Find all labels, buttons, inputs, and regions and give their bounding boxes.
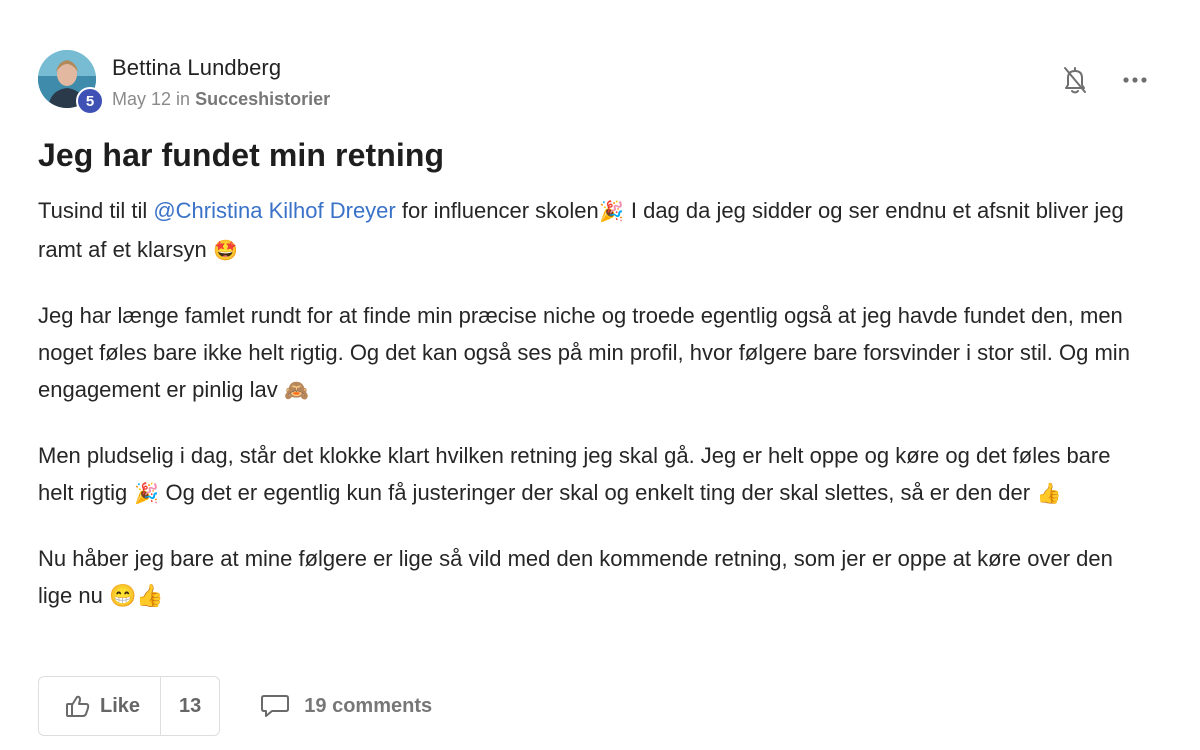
paragraph-3: Men pludselig i dag, står det klokke kla… <box>38 437 1148 513</box>
level-badge: 5 <box>76 87 104 115</box>
comment-bubble-icon <box>261 695 290 717</box>
category-link[interactable]: Succeshistorier <box>195 89 330 109</box>
like-box: Like 13 <box>38 676 221 736</box>
avatar-wrapper[interactable]: 5 <box>38 50 104 115</box>
party-emoji: 🎉 <box>133 483 159 505</box>
mention-link[interactable]: @Christina Kilhof Dreyer <box>153 198 395 223</box>
like-label: Like <box>100 694 141 717</box>
post: 5 Bettina Lundberg May 12 in Succeshisto… <box>38 50 1158 641</box>
see-no-evil-emoji: 🙈 <box>284 380 310 402</box>
post-date[interactable]: May 12 <box>112 89 171 109</box>
post-meta: May 12 in Succeshistorier <box>112 89 330 110</box>
grin-thumbs-emoji: 😁👍 <box>108 583 164 608</box>
paragraph-4: Nu håber jeg bare at mine følgere er lig… <box>38 540 1148 614</box>
comments-label: 19 comments <box>304 694 433 717</box>
comments-link[interactable]: 19 comments <box>260 693 432 719</box>
post-body: Tusind til til @Christina Kilhof Dreyer … <box>38 192 1148 614</box>
meta-in-label: in <box>176 89 191 109</box>
post-header: 5 Bettina Lundberg May 12 in Succeshisto… <box>38 50 1158 115</box>
star-struck-emoji: 🤩 <box>213 240 239 262</box>
p3-text-2: Og det er egentlig kun få justeringer de… <box>159 480 1037 505</box>
p1-after-mention: for influencer skolen <box>395 198 599 223</box>
like-button[interactable]: Like <box>39 677 162 735</box>
post-title: Jeg har fundet min retning <box>38 137 445 173</box>
party-emoji: 🎉 <box>599 201 625 223</box>
thumbs-up-emoji: 👍 <box>1036 483 1062 505</box>
paragraph-1: Tusind til til @Christina Kilhof Dreyer … <box>38 192 1148 270</box>
post-footer: Like 13 19 comments <box>38 676 432 736</box>
paragraph-2: Jeg har længe famlet rundt for at finde … <box>38 297 1148 410</box>
author-name[interactable]: Bettina Lundberg <box>112 55 281 81</box>
p4-text: Nu håber jeg bare at mine følgere er lig… <box>38 546 1113 608</box>
p2-text: Jeg har længe famlet rundt for at finde … <box>38 303 1130 402</box>
bell-muted-icon[interactable] <box>1062 65 1088 95</box>
thumbs-up-icon <box>66 695 90 717</box>
like-count[interactable]: 13 <box>161 677 219 735</box>
p1-before-mention: Tusind til til <box>38 198 154 223</box>
more-horizontal-icon[interactable] <box>1122 76 1148 84</box>
header-actions <box>1062 65 1148 95</box>
